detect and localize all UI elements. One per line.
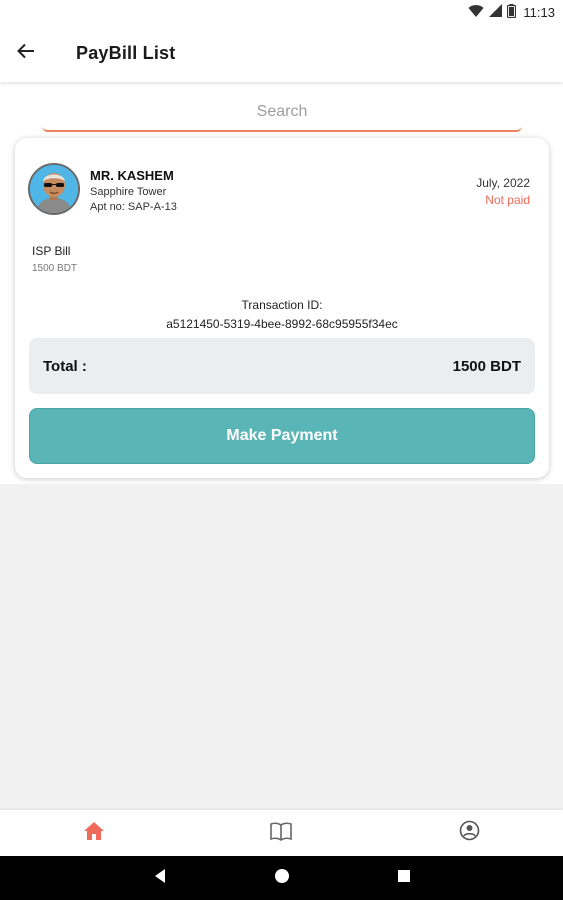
system-back-button[interactable] bbox=[145, 863, 175, 893]
status-bar: 11:13 bbox=[0, 0, 563, 24]
main-content: MR. KASHEM Sapphire Tower Apt no: SAP-A-… bbox=[0, 82, 563, 484]
resident-building: Sapphire Tower bbox=[90, 186, 167, 198]
system-recents-button[interactable] bbox=[389, 863, 419, 893]
status-badge: Not paid bbox=[485, 193, 530, 207]
resident-name: MR. KASHEM bbox=[90, 168, 174, 183]
resident-apartment: Apt no: SAP-A-13 bbox=[90, 201, 177, 213]
battery-icon bbox=[507, 3, 517, 21]
nav-item-home[interactable] bbox=[64, 810, 124, 856]
page-title: PayBill List bbox=[76, 42, 176, 63]
bill-type: ISP Bill bbox=[32, 244, 71, 258]
make-payment-button[interactable]: Make Payment bbox=[29, 408, 535, 464]
circle-home-icon bbox=[274, 868, 290, 889]
system-nav-bar bbox=[0, 856, 563, 900]
nav-item-profile[interactable] bbox=[439, 810, 499, 856]
total-box: Total : 1500 BDT bbox=[29, 338, 535, 394]
transaction-id: a5121450-5319-4bee-8992-68c95955f34ec bbox=[166, 317, 398, 331]
triangle-back-icon bbox=[153, 868, 167, 889]
wifi-icon bbox=[468, 4, 484, 21]
search-container bbox=[42, 94, 522, 132]
back-button[interactable] bbox=[0, 24, 52, 82]
nav-item-book[interactable] bbox=[251, 810, 311, 856]
app-bar: PayBill List bbox=[0, 24, 563, 82]
bill-date: July, 2022 bbox=[476, 176, 530, 190]
clock-time: 11:13 bbox=[523, 4, 555, 20]
arrow-left-icon bbox=[17, 43, 35, 64]
search-input[interactable] bbox=[42, 94, 522, 130]
book-icon bbox=[269, 821, 293, 846]
transaction-label: Transaction ID: bbox=[241, 298, 323, 312]
bottom-nav bbox=[0, 810, 563, 856]
signal-icon bbox=[489, 4, 503, 20]
system-home-button[interactable] bbox=[267, 863, 297, 893]
bill-card: MR. KASHEM Sapphire Tower Apt no: SAP-A-… bbox=[15, 138, 549, 478]
profile-icon bbox=[459, 820, 480, 846]
avatar bbox=[28, 163, 80, 215]
total-label: Total : bbox=[43, 357, 87, 375]
total-value: 1500 BDT bbox=[452, 357, 521, 375]
bill-amount: 1500 BDT bbox=[32, 263, 78, 274]
home-icon bbox=[83, 821, 105, 846]
square-recents-icon bbox=[397, 869, 411, 888]
